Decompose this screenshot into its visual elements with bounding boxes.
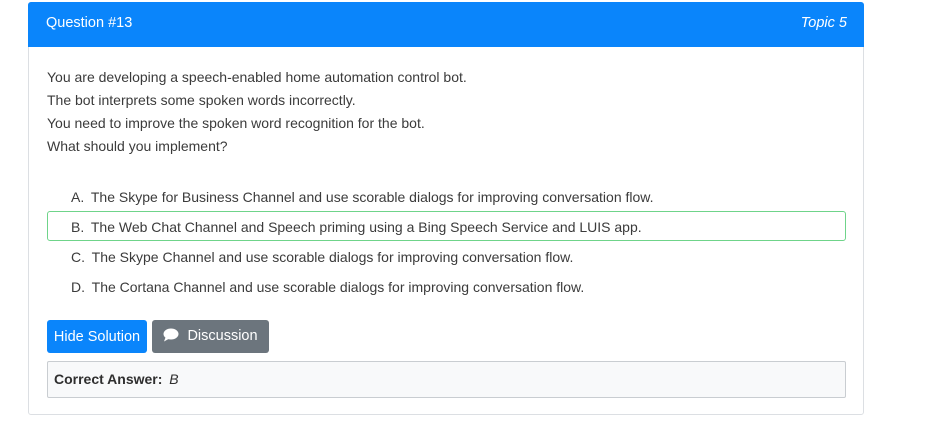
question-text: You are developing a speech-enabled home… (47, 66, 837, 158)
choice-letter: D. (71, 279, 85, 295)
correct-answer-label: Correct Answer: (54, 371, 163, 387)
question-topic: Topic 5 (800, 15, 847, 31)
correct-answer-value: B (169, 371, 179, 387)
choice-b[interactable]: B. The Web Chat Channel and Speech primi… (47, 211, 846, 241)
discussion-label: Discussion (187, 327, 258, 344)
choice-d[interactable]: D. The Cortana Channel and use scorable … (47, 271, 846, 301)
choice-letter: C. (71, 249, 85, 265)
choice-c[interactable]: C. The Skype Channel and use scorable di… (47, 241, 846, 271)
discussion-button[interactable]: Discussion (152, 320, 269, 353)
choice-letter: B. (71, 219, 85, 235)
question-line: What should you implement? (47, 138, 228, 154)
choice-text: The Skype Channel and use scorable dialo… (91, 249, 574, 265)
choice-letter: A. (71, 189, 85, 205)
hide-solution-button[interactable]: Hide Solution (47, 320, 147, 353)
answer-choices: A. The Skype for Business Channel and us… (47, 181, 846, 301)
question-line: The bot interprets some spoken words inc… (47, 92, 356, 108)
choice-text: The Cortana Channel and use scorable dia… (91, 279, 585, 295)
choice-text: The Skype for Business Channel and use s… (90, 189, 654, 205)
chat-bubble-icon (163, 328, 179, 346)
question-card: Question #13 Topic 5 You are developing … (28, 2, 864, 415)
choice-a[interactable]: A. The Skype for Business Channel and us… (47, 181, 846, 211)
choice-text: The Web Chat Channel and Speech priming … (90, 219, 642, 235)
question-header: Question #13 Topic 5 (28, 2, 864, 47)
question-number: Question #13 (46, 15, 133, 31)
question-line: You are developing a speech-enabled home… (47, 69, 467, 85)
correct-answer-box: Correct Answer: B (47, 361, 846, 398)
question-line: You need to improve the spoken word reco… (47, 115, 425, 131)
